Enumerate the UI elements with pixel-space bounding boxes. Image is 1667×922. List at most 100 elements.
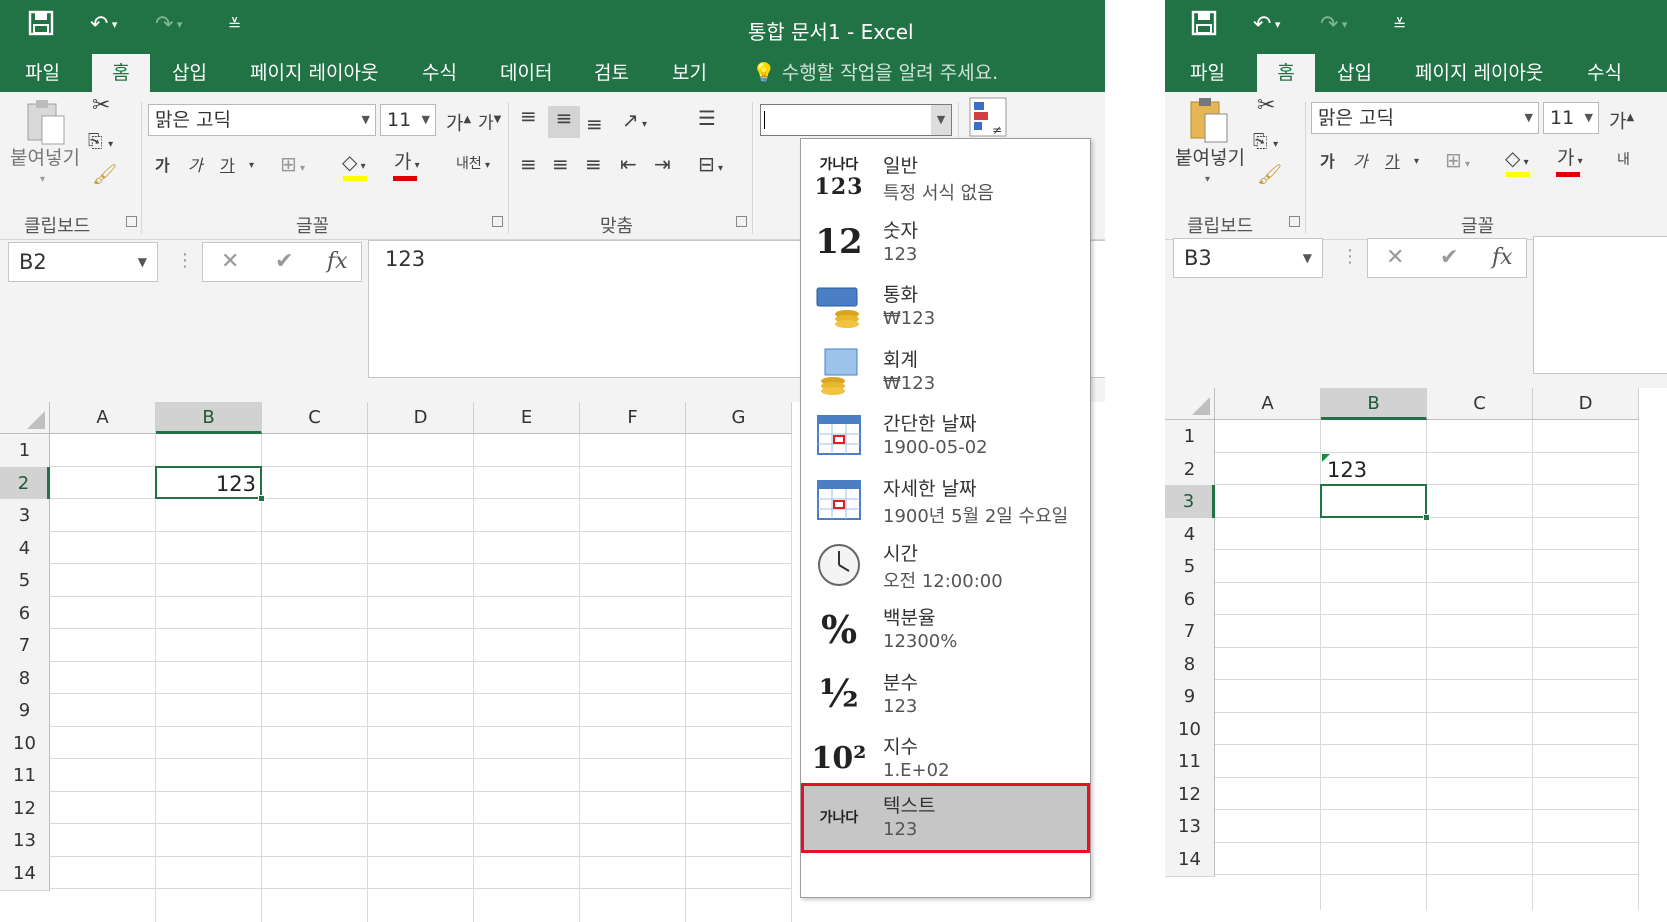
- align-right-icon[interactable]: ≡: [585, 152, 602, 176]
- row-header-7[interactable]: 7: [1165, 615, 1215, 649]
- tab-insert[interactable]: 삽입: [172, 54, 207, 92]
- row-header-3[interactable]: 3: [0, 499, 50, 533]
- tab-review[interactable]: 검토: [594, 54, 629, 92]
- column-header-e[interactable]: E: [474, 402, 580, 434]
- tab-formulas[interactable]: 수식: [422, 54, 457, 92]
- row-header-12[interactable]: 12: [1165, 777, 1215, 812]
- italic-button[interactable]: 가: [188, 154, 203, 178]
- row-header-10[interactable]: 10: [1165, 712, 1215, 747]
- column-header-d[interactable]: D: [1533, 388, 1639, 420]
- tab-page-layout[interactable]: 페이지 레이아웃: [1415, 54, 1543, 92]
- insert-function-icon[interactable]: fx: [327, 249, 348, 274]
- cancel-icon[interactable]: ✕: [221, 249, 239, 274]
- cell-b2[interactable]: 123: [1327, 453, 1367, 487]
- copy-icon[interactable]: ⎘ ▾: [88, 130, 113, 157]
- name-box[interactable]: B3 ▼: [1173, 238, 1323, 278]
- clipboard-paste-icon[interactable]: [1187, 96, 1231, 152]
- font-color-button[interactable]: 가 ▾: [394, 150, 420, 178]
- grow-font-button[interactable]: 가▲: [1609, 106, 1634, 133]
- worksheet-grid[interactable]: A B C D 1 2 3 4 5 6 7 8 9 10 11 12 13 14 123: [1165, 388, 1667, 910]
- bold-button[interactable]: 가: [1320, 150, 1335, 174]
- italic-button[interactable]: 가: [1353, 150, 1368, 174]
- copy-icon[interactable]: ⎘ ▾: [1253, 130, 1278, 157]
- column-header-a[interactable]: A: [50, 402, 156, 434]
- column-header-c[interactable]: C: [1427, 388, 1533, 420]
- align-top-icon[interactable]: ≡: [520, 104, 537, 128]
- row-header-2[interactable]: 2: [0, 466, 50, 501]
- paste-dropdown-icon[interactable]: ▾: [40, 168, 45, 192]
- error-indicator-icon[interactable]: [1322, 453, 1330, 462]
- wrap-text-icon[interactable]: ☰: [698, 106, 716, 130]
- row-header-3[interactable]: 3: [1165, 485, 1215, 519]
- row-header-4[interactable]: 4: [1165, 517, 1215, 552]
- phonetic-guide-button[interactable]: 내: [1617, 148, 1630, 172]
- font-name-combo[interactable]: 맑은 고딕 ▼: [148, 104, 376, 136]
- underline-button[interactable]: 가: [220, 154, 235, 178]
- paste-button[interactable]: 붙여넣기: [1175, 146, 1245, 170]
- phonetic-guide-button[interactable]: 내천 ▾: [456, 152, 490, 178]
- format-option-long-date[interactable]: 자세한 날짜 1900년 5월 2일 수요일: [801, 466, 1090, 534]
- align-bottom-icon[interactable]: ≡: [586, 112, 603, 136]
- cut-icon[interactable]: ✂: [92, 94, 110, 118]
- format-option-general[interactable]: 가나다 123 일반 특정 서식 없음: [801, 143, 1090, 211]
- bold-button[interactable]: 가: [155, 154, 170, 178]
- cut-icon[interactable]: ✂: [1257, 94, 1275, 118]
- save-icon[interactable]: [1191, 10, 1217, 45]
- number-format-combo[interactable]: ▼: [760, 104, 952, 136]
- customize-quick-access-icon[interactable]: ≚: [228, 10, 241, 40]
- orientation-icon[interactable]: ↗ ▾: [622, 108, 647, 137]
- underline-button[interactable]: 가: [1385, 150, 1400, 174]
- clipboard-launcher-icon[interactable]: [1289, 216, 1300, 227]
- format-option-short-date[interactable]: 간단한 날짜 1900-05-02: [801, 401, 1090, 469]
- row-header-2[interactable]: 2: [1165, 452, 1215, 487]
- row-header-11[interactable]: 11: [0, 759, 50, 793]
- decrease-indent-icon[interactable]: ⇤: [620, 152, 637, 176]
- conditional-formatting-icon[interactable]: ≠: [968, 96, 1008, 144]
- row-header-7[interactable]: 7: [0, 629, 50, 663]
- merge-center-icon[interactable]: ⊟ ▾: [698, 152, 723, 181]
- active-cell-b3[interactable]: [1320, 484, 1430, 521]
- fill-handle[interactable]: [1423, 513, 1430, 521]
- row-header-4[interactable]: 4: [0, 531, 50, 566]
- paste-button[interactable]: 붙여넣기: [10, 146, 80, 170]
- row-header-5[interactable]: 5: [0, 564, 50, 598]
- tab-insert[interactable]: 삽입: [1337, 54, 1372, 92]
- row-header-9[interactable]: 9: [0, 694, 50, 728]
- format-option-percent[interactable]: % 백분율 12300%: [801, 595, 1090, 663]
- tell-me-box[interactable]: 💡 수행할 작업을 알려 주세요.: [752, 54, 998, 92]
- select-all-button[interactable]: [0, 402, 50, 434]
- cell-b2[interactable]: 123: [156, 467, 256, 501]
- format-option-currency[interactable]: 통화 ₩123: [801, 272, 1090, 340]
- column-header-a[interactable]: A: [1215, 388, 1321, 420]
- column-header-b[interactable]: B: [156, 402, 262, 434]
- align-center-icon[interactable]: ≡: [552, 152, 569, 176]
- format-painter-icon[interactable]: 🖌: [92, 162, 117, 186]
- row-header-12[interactable]: 12: [0, 791, 50, 826]
- format-option-accounting[interactable]: 회계 ₩123: [801, 337, 1090, 405]
- row-header-11[interactable]: 11: [1165, 745, 1215, 779]
- font-size-combo[interactable]: 11 ▼: [1543, 102, 1599, 134]
- underline-dropdown-icon[interactable]: ▾: [249, 154, 254, 178]
- column-header-c[interactable]: C: [262, 402, 368, 434]
- shrink-font-button[interactable]: 가▼: [478, 108, 501, 136]
- row-header-13[interactable]: 13: [1165, 810, 1215, 844]
- format-option-text[interactable]: 가나다 텍스트 123: [801, 783, 1090, 853]
- format-painter-icon[interactable]: 🖌: [1257, 162, 1282, 186]
- enter-icon[interactable]: ✔: [1440, 245, 1458, 270]
- format-option-number[interactable]: 12 숫자 123: [801, 208, 1090, 276]
- chevron-down-icon[interactable]: ▼: [931, 105, 951, 135]
- font-name-combo[interactable]: 맑은 고딕 ▼: [1311, 102, 1539, 134]
- tab-home[interactable]: 홈: [92, 54, 150, 92]
- font-color-button[interactable]: 가 ▾: [1557, 146, 1583, 174]
- row-header-10[interactable]: 10: [0, 726, 50, 761]
- font-size-combo[interactable]: 11 ▼: [380, 104, 436, 136]
- tab-file[interactable]: 파일: [25, 54, 60, 92]
- fill-color-icon[interactable]: ◇ ▾: [1505, 146, 1529, 175]
- row-header-5[interactable]: 5: [1165, 550, 1215, 584]
- name-box[interactable]: B2 ▼: [8, 242, 158, 282]
- row-header-1[interactable]: 1: [1165, 420, 1215, 454]
- fill-handle[interactable]: [258, 495, 265, 502]
- save-icon[interactable]: [28, 10, 54, 45]
- column-header-g[interactable]: G: [686, 402, 792, 434]
- row-header-14[interactable]: 14: [1165, 842, 1215, 877]
